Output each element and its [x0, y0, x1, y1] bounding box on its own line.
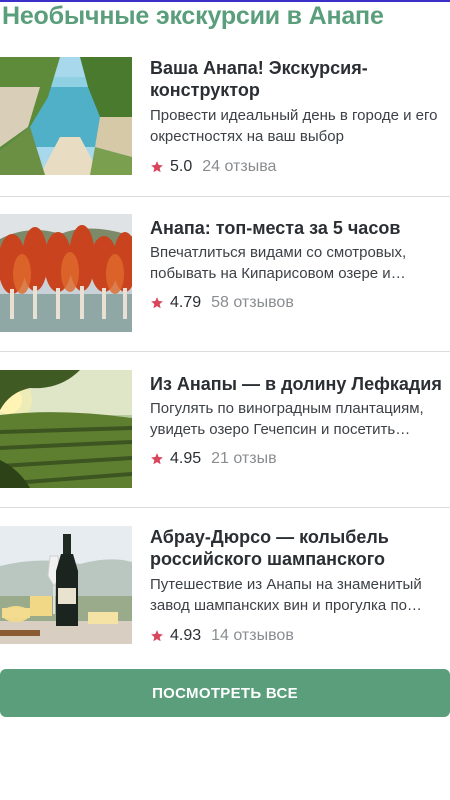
rating-value: 4.95: [170, 450, 202, 467]
rating-value: 4.79: [170, 294, 202, 311]
star-icon: [151, 630, 163, 642]
divider: [0, 196, 450, 197]
tour-title[interactable]: Анапа: топ-места за 5 часов: [150, 217, 442, 239]
rating-value: 5.0: [170, 158, 193, 175]
tour-rating: 4.93 14 отзывов: [150, 626, 294, 646]
review-count[interactable]: 24 отзыва: [202, 158, 276, 176]
rating-value: 4.93: [170, 627, 202, 644]
tour-description: Путешествие из Анапы на знаменитый завод…: [150, 576, 422, 614]
review-count[interactable]: 14 отзывов: [211, 627, 294, 645]
review-count[interactable]: 21 отзыв: [211, 450, 276, 468]
star-icon: [151, 297, 163, 309]
star-icon: [151, 453, 163, 465]
tour-image-cypress-lake[interactable]: [0, 214, 132, 332]
tour-rating: 5.0 24 отзыва: [150, 157, 276, 177]
tour-image-vineyard[interactable]: [0, 370, 132, 488]
tour-rating: 4.79 58 отзывов: [150, 293, 294, 313]
tour-description: Впечатлиться видами со смотровых, побыва…: [150, 244, 407, 282]
tour-title[interactable]: Ваша Анапа! Экскурсия-конструктор: [150, 57, 442, 101]
divider: [0, 351, 450, 352]
section-title: Необычные экскурсии в Анапе: [2, 2, 384, 30]
tour-title[interactable]: Из Анапы — в долину Лефкадия: [150, 373, 442, 395]
show-all-button[interactable]: ПОСМОТРЕТЬ ВСЕ: [0, 669, 450, 717]
tour-rating: 4.95 21 отзыв: [150, 449, 277, 469]
review-count[interactable]: 58 отзывов: [211, 294, 294, 312]
star-icon: [151, 161, 163, 173]
tour-image-champagne[interactable]: [0, 526, 132, 644]
tour-image-coastal-cliff[interactable]: [0, 57, 132, 175]
tour-title[interactable]: Абрау-Дюрсо — колыбель российского шампа…: [150, 526, 442, 570]
tour-description: Погулять по виноградным плантациям, увид…: [150, 400, 424, 438]
divider: [0, 507, 450, 508]
tour-description: Провести идеальный день в городе и его о…: [150, 107, 438, 145]
